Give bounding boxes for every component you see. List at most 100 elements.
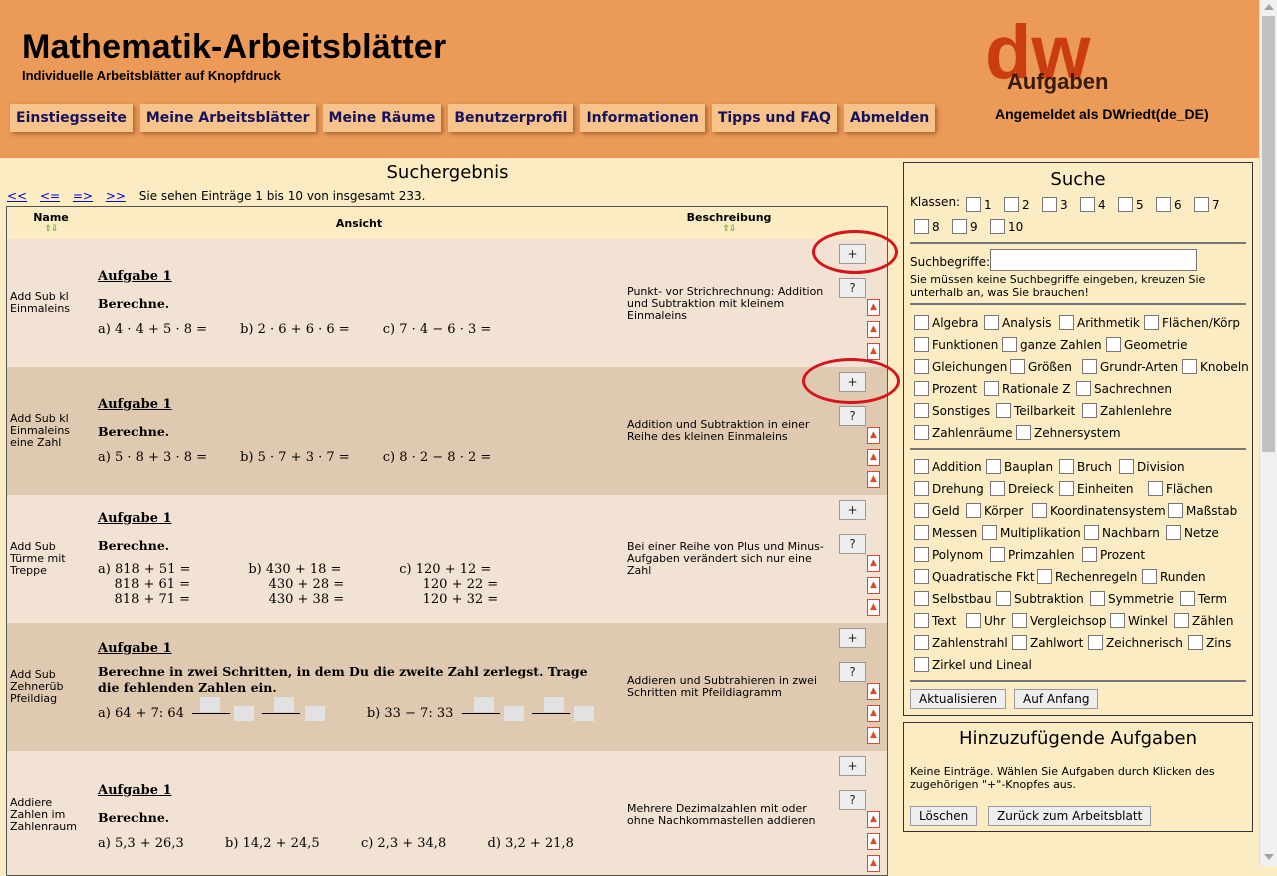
checkbox[interactable]: [1076, 381, 1091, 396]
checkbox[interactable]: [984, 315, 999, 330]
checkbox[interactable]: [966, 613, 981, 628]
checkbox[interactable]: [1194, 197, 1209, 212]
topic-zirkel-und-lineal[interactable]: Zirkel und Lineal: [914, 657, 1032, 672]
help-button[interactable]: ?: [839, 534, 866, 554]
topic-zeichnerisch[interactable]: Zeichnerisch: [1088, 635, 1183, 650]
checkbox[interactable]: [914, 547, 929, 562]
checkbox[interactable]: [1144, 315, 1159, 330]
nav-benutzerprofil[interactable]: Benutzerprofil: [448, 104, 574, 132]
checkbox[interactable]: [1088, 635, 1103, 650]
checkbox[interactable]: [982, 525, 997, 540]
help-button[interactable]: ?: [839, 278, 866, 298]
pdf-icon[interactable]: ▲: [867, 471, 880, 488]
topic-quadratische-fkt[interactable]: Quadratische Fkt: [914, 569, 1035, 584]
pdf-icon[interactable]: ▲: [867, 727, 880, 744]
checkbox[interactable]: [1174, 613, 1189, 628]
topic-text[interactable]: Text: [914, 613, 956, 628]
checkbox[interactable]: [990, 481, 1005, 496]
checkbox[interactable]: [1110, 613, 1125, 628]
topic-sachrechnen[interactable]: Sachrechnen: [1076, 381, 1172, 396]
topic-uhr[interactable]: Uhr: [966, 613, 1005, 628]
search-terms-input[interactable]: [990, 249, 1197, 271]
add-task-button[interactable]: +: [839, 500, 866, 520]
pdf-icon[interactable]: ▲: [867, 855, 880, 872]
checkbox[interactable]: [966, 197, 981, 212]
checkbox[interactable]: [1084, 525, 1099, 540]
pager-next[interactable]: =>: [73, 189, 93, 203]
add-task-button[interactable]: +: [839, 628, 866, 648]
topic-flaechen[interactable]: Flächen: [1148, 481, 1213, 496]
help-button[interactable]: ?: [839, 662, 866, 682]
class-8[interactable]: 8: [914, 219, 940, 234]
checkbox[interactable]: [914, 481, 929, 496]
class-10[interactable]: 10: [990, 219, 1023, 234]
scroll-thumb[interactable]: [1262, 16, 1275, 452]
nav-meine-arbeitsblaetter[interactable]: Meine Arbeitsblätter: [139, 104, 316, 132]
back-to-worksheet-button[interactable]: Zurück zum Arbeitsblatt: [988, 806, 1152, 826]
pdf-icon[interactable]: ▲: [867, 343, 880, 360]
checkbox[interactable]: [914, 635, 929, 650]
pdf-icon[interactable]: ▲: [867, 321, 880, 338]
topic-knobeln[interactable]: Knobeln: [1182, 359, 1249, 374]
nav-informationen[interactable]: Informationen: [580, 104, 705, 132]
checkbox[interactable]: [986, 459, 1001, 474]
nav-tipps-faq[interactable]: Tipps und FAQ: [711, 104, 837, 132]
checkbox[interactable]: [1082, 359, 1097, 374]
checkbox[interactable]: [1059, 315, 1074, 330]
checkbox[interactable]: [914, 315, 929, 330]
topic-multiplikation[interactable]: Multiplikation: [982, 525, 1081, 540]
topic-vergleichsop[interactable]: Vergleichsop: [1012, 613, 1106, 628]
topic-primzahlen[interactable]: Primzahlen: [990, 547, 1075, 562]
class-4[interactable]: 4: [1080, 197, 1106, 212]
checkbox[interactable]: [1148, 481, 1163, 496]
help-button[interactable]: ?: [839, 406, 866, 426]
checkbox[interactable]: [1090, 591, 1105, 606]
topic-koordinatensystem[interactable]: Koordinatensystem: [1032, 503, 1166, 518]
topic-flaechen-koerp[interactable]: Flächen/Körp: [1144, 315, 1240, 330]
checkbox[interactable]: [1156, 197, 1171, 212]
topic-netze[interactable]: Netze: [1166, 525, 1219, 540]
pdf-icon[interactable]: ▲: [867, 811, 880, 828]
checkbox[interactable]: [1180, 591, 1195, 606]
topic-analysis[interactable]: Analysis: [984, 315, 1051, 330]
checkbox[interactable]: [1182, 359, 1197, 374]
checkbox[interactable]: [990, 547, 1005, 562]
checkbox[interactable]: [1166, 525, 1181, 540]
checkbox[interactable]: [984, 381, 999, 396]
topic-symmetrie[interactable]: Symmetrie: [1090, 591, 1174, 606]
checkbox[interactable]: [1004, 197, 1019, 212]
help-button[interactable]: ?: [839, 790, 866, 810]
checkbox[interactable]: [914, 569, 929, 584]
checkbox[interactable]: [966, 503, 981, 518]
nav-abmelden[interactable]: Abmelden: [843, 104, 936, 132]
pdf-icon[interactable]: ▲: [867, 833, 880, 850]
pdf-icon[interactable]: ▲: [867, 599, 880, 616]
topic-messen[interactable]: Messen: [914, 525, 977, 540]
delete-button[interactable]: Löschen: [910, 806, 978, 826]
pdf-icon[interactable]: ▲: [867, 555, 880, 572]
topic-algebra[interactable]: Algebra: [914, 315, 978, 330]
topic-runden[interactable]: Runden: [1142, 569, 1206, 584]
topic-winkel[interactable]: Winkel: [1110, 613, 1168, 628]
topic-polynom[interactable]: Polynom: [914, 547, 983, 562]
topic-geld[interactable]: Geld: [914, 503, 960, 518]
col-description[interactable]: Beschreibung ⇧⇩: [679, 211, 779, 234]
topic-term[interactable]: Term: [1180, 591, 1227, 606]
pdf-icon[interactable]: ▲: [867, 683, 880, 700]
nav-einstiegsseite[interactable]: Einstiegsseite: [10, 104, 133, 132]
checkbox[interactable]: [1059, 481, 1074, 496]
class-2[interactable]: 2: [1004, 197, 1030, 212]
checkbox[interactable]: [1080, 197, 1095, 212]
topic-zahlenlehre[interactable]: Zahlenlehre: [1082, 403, 1172, 418]
sort-arrows-icon[interactable]: ⇧⇩: [21, 225, 81, 234]
checkbox[interactable]: [914, 525, 929, 540]
topic-zahlenraeume[interactable]: Zahlenräume: [914, 425, 1012, 440]
class-6[interactable]: 6: [1156, 197, 1182, 212]
topic-ganze-zahlen[interactable]: ganze Zahlen: [1002, 337, 1102, 352]
checkbox[interactable]: [1059, 459, 1074, 474]
checkbox[interactable]: [1119, 459, 1134, 474]
checkbox[interactable]: [1016, 425, 1031, 440]
checkbox[interactable]: [1188, 635, 1203, 650]
topic-einheiten[interactable]: Einheiten: [1059, 481, 1134, 496]
topic-funktionen[interactable]: Funktionen: [914, 337, 998, 352]
